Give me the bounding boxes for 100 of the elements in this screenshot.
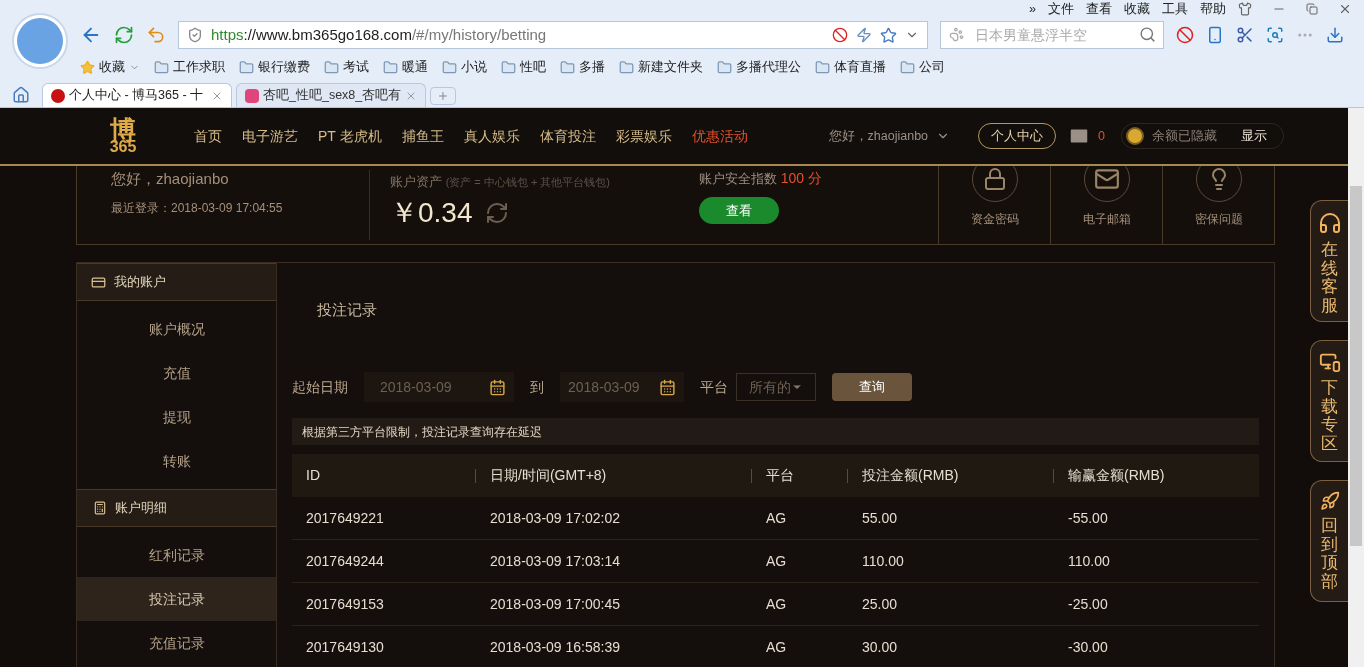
table-cell: AG [766, 595, 787, 612]
assets-label: 账户资产 (资产 = 中心钱包 + 其他平台钱包) [390, 173, 612, 191]
bookmark-item[interactable]: 多播代理公 [717, 57, 801, 77]
devices-icon [1318, 351, 1341, 373]
sidebar-item[interactable]: 账户概况 [77, 307, 276, 351]
table-cell: AG [766, 509, 787, 526]
view-button[interactable]: 查看 [699, 197, 779, 224]
bookmark-item[interactable]: 体育直播 [815, 57, 886, 77]
field-label: 平台 [700, 377, 728, 397]
bookmark-item[interactable]: 公司 [900, 57, 945, 77]
bookmark-item[interactable]: 银行缴费 [239, 57, 310, 77]
folder-icon [717, 59, 732, 75]
coins-icon [1126, 127, 1144, 145]
sidebar-item[interactable]: 提现 [77, 395, 276, 439]
nav-link[interactable]: 首页 [194, 125, 222, 147]
refresh-icon[interactable] [484, 200, 509, 225]
nav-link[interactable]: 体育投注 [539, 125, 596, 147]
bookmark-item[interactable]: 暖通 [383, 57, 428, 77]
site-logo[interactable]: 博 365 [80, 111, 166, 161]
nav-link[interactable]: PT 老虎机 [318, 125, 382, 147]
nav-link[interactable]: 彩票娱乐 [615, 125, 672, 147]
lightning-icon[interactable] [856, 27, 872, 43]
undo-icon[interactable] [146, 25, 166, 45]
side-float-button[interactable]: 下载专区 [1310, 340, 1348, 462]
table-cell: 2018-03-09 17:03:14 [490, 552, 620, 569]
nav-link[interactable]: 捕鱼王 [401, 125, 444, 147]
folder-icon [383, 59, 398, 75]
menu-item[interactable]: 文件 [1048, 0, 1074, 19]
query-button[interactable]: 查询 [832, 373, 912, 401]
search-icon[interactable] [1139, 26, 1156, 43]
ad-block-icon[interactable] [1176, 26, 1194, 44]
magnifier-icon[interactable] [1266, 26, 1284, 44]
menu-item[interactable]: 工具 [1162, 0, 1188, 19]
menu-item[interactable]: 查看 [1086, 0, 1112, 19]
side-float-button[interactable]: 在线客服 [1310, 200, 1348, 322]
menu-item[interactable]: » [1029, 0, 1036, 19]
column-header: 平台 [766, 466, 794, 485]
column-header: 日期/时间(GMT+8) [490, 466, 607, 485]
menu-item[interactable]: 帮助 [1200, 0, 1226, 19]
skin-icon[interactable] [1238, 2, 1252, 16]
security-shortcut[interactable]: 密保问题 [1162, 166, 1274, 244]
field-label: 起始日期 [292, 377, 348, 397]
show-balance-link[interactable]: 显示 [1241, 126, 1267, 146]
table-cell: 110.00 [862, 552, 904, 569]
balance-amount: ￥0.34 [390, 195, 473, 230]
sidebar-item[interactable]: 红利记录 [77, 533, 276, 577]
table-cell: 55.00 [862, 509, 898, 526]
field-label: 到 [530, 377, 544, 397]
sidebar-section-header[interactable]: 我的账户 [77, 263, 276, 301]
message-count: 0 [1098, 127, 1105, 145]
bookmark-item[interactable]: 新建文件夹 [619, 57, 703, 77]
bookmark-item[interactable]: 小说 [442, 57, 487, 77]
security-shortcut[interactable]: 电子邮箱 [1050, 166, 1162, 244]
address-bar[interactable]: https://www.bm365go168.com/#/my/history/betting [178, 21, 928, 49]
tab-title: 杏吧_性吧_sex8_杏吧有 [263, 87, 401, 105]
bookmark-item[interactable]: 多播 [560, 57, 605, 77]
calendar-icon[interactable] [659, 378, 676, 396]
calendar-icon[interactable] [489, 378, 506, 396]
browser-tab[interactable]: 个人中心 - 博马365 - 十 [42, 83, 232, 107]
scissors-icon[interactable] [1236, 26, 1254, 44]
restore-icon[interactable] [1306, 3, 1318, 15]
star-icon [80, 59, 95, 75]
table-cell: AG [766, 638, 787, 655]
table-cell: 30.00 [862, 638, 898, 655]
menu-item[interactable]: 收藏 [1124, 0, 1150, 19]
table-cell: 110.00 [1068, 552, 1110, 569]
browser-tab[interactable]: 杏吧_性吧_sex8_杏吧有 [236, 83, 426, 107]
user-menu[interactable]: 您好，zhaojianbo [828, 126, 951, 146]
bookmark-item[interactable]: 考试 [324, 57, 369, 77]
bookmark-item[interactable]: 收藏 [80, 57, 140, 77]
folder-icon [815, 59, 830, 75]
sidebar-item[interactable]: 充值 [77, 351, 276, 395]
scrollbar[interactable] [1348, 108, 1364, 667]
nav-link[interactable]: 电子游艺 [242, 125, 298, 147]
bookmark-item[interactable]: 性吧 [501, 57, 546, 77]
download-icon[interactable] [1326, 26, 1344, 44]
site-favicon-icon [245, 88, 259, 103]
sidebar-section-header[interactable]: 账户明细 [77, 489, 276, 527]
folder-icon [324, 59, 339, 75]
home-icon[interactable] [12, 86, 30, 104]
table-cell: 2017649221 [306, 509, 384, 526]
nav-link[interactable]: 真人娱乐 [463, 125, 520, 147]
greeting: 您好，zhaojianbo [111, 169, 230, 189]
sidebar-item[interactable]: 转账 [77, 439, 276, 483]
security-shortcut[interactable]: 资金密码 [938, 166, 1050, 244]
bookmark-item[interactable]: 工作求职 [154, 57, 225, 77]
nav-link[interactable]: 优惠活动 [691, 125, 748, 147]
ad-block-icon[interactable] [832, 27, 848, 43]
search-field[interactable]: 日本男童悬浮半空 [940, 21, 1164, 49]
sidebar-item[interactable]: 充值记录 [77, 621, 276, 665]
side-float-button[interactable]: 回到顶部 [1310, 480, 1348, 602]
star-icon[interactable] [880, 26, 897, 44]
folder-icon [900, 59, 915, 75]
table-cell: AG [766, 552, 787, 569]
close-icon[interactable] [1338, 2, 1352, 16]
folder-icon [442, 59, 457, 75]
sidebar-item[interactable]: 投注记录 [77, 577, 276, 621]
phone-icon[interactable] [1206, 26, 1224, 44]
tab-title: 个人中心 - 博马365 - 十 [69, 87, 205, 105]
refresh-icon[interactable] [114, 25, 134, 45]
